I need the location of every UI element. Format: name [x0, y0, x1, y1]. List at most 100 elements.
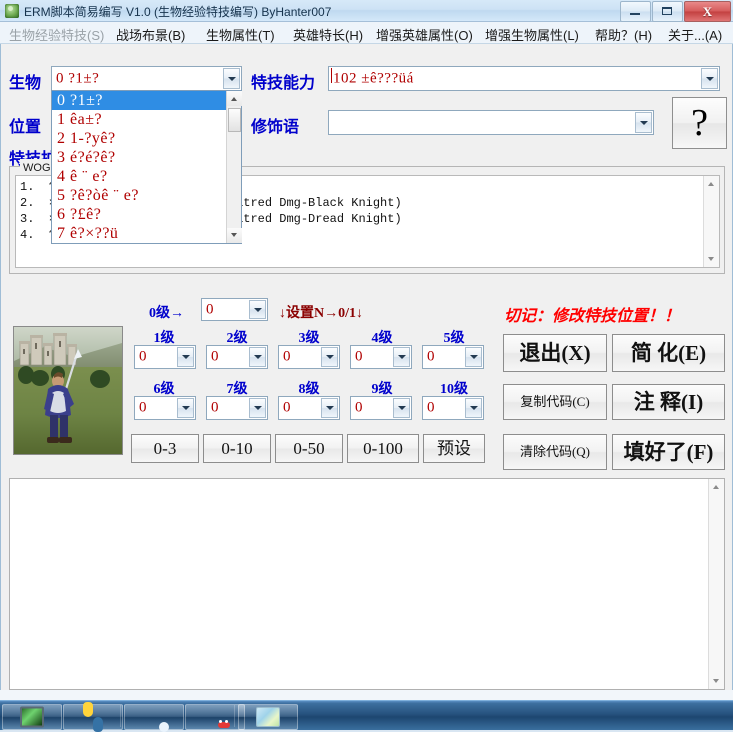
level-4-combo[interactable]: 0 [350, 345, 412, 369]
taskbar-item-browser[interactable] [124, 704, 184, 730]
level-6-combo[interactable]: 0 [134, 396, 196, 420]
scroll-down-icon[interactable] [709, 674, 724, 689]
annotate-button[interactable]: 注 释(I) [612, 384, 725, 420]
level-4-value: 0 [355, 348, 363, 365]
level-1-combo[interactable]: 0 [134, 345, 196, 369]
output-memo[interactable] [9, 478, 725, 690]
range-0-10-button[interactable]: 0-10 [203, 434, 271, 463]
chevron-down-icon[interactable] [321, 398, 338, 418]
modifier-combo[interactable] [328, 110, 654, 135]
close-icon: X [702, 4, 713, 19]
level-0-value: 0 [206, 301, 214, 317]
level-8-label: 8级 [298, 382, 320, 397]
level-1-value: 0 [139, 348, 147, 365]
scrollbar-thumb[interactable] [228, 108, 241, 132]
level-3-value: 0 [283, 348, 291, 365]
window-controls: X [620, 1, 731, 22]
dropdown-option-4[interactable]: 4 ê ¨ e? [52, 167, 241, 186]
menu-item-enhance-hero-attributes[interactable]: 增强英雄属性(O) [373, 24, 476, 45]
map-icon [256, 707, 280, 727]
clear-code-button[interactable]: 清除代码(Q) [503, 434, 607, 470]
level-5-label: 5级 [443, 331, 465, 346]
level-5-value: 0 [427, 348, 435, 365]
exit-button[interactable]: 退出(X) [503, 334, 607, 372]
chevron-down-icon[interactable] [249, 398, 266, 418]
chevron-down-icon[interactable] [635, 112, 652, 133]
done-button[interactable]: 填好了(F) [612, 434, 725, 470]
scroll-up-icon[interactable] [709, 479, 724, 494]
taskbar-item-python[interactable] [63, 704, 123, 730]
menu-item-help[interactable]: 帮助？(H) [592, 24, 655, 45]
maximize-button[interactable] [652, 1, 683, 22]
dropdown-option-5[interactable]: 5 ?ê?òê ¨ e? [52, 186, 241, 205]
level-10-label: 10级 [440, 382, 468, 397]
menu-item-creature-exp-skill[interactable]: 生物经验特技(S) [6, 24, 107, 45]
window-title: ERM脚本简易编写 V1.0 (生物经验特技编写) ByHanter007 [24, 5, 332, 19]
range-0-50-button[interactable]: 0-50 [275, 434, 343, 463]
dropdown-option-0[interactable]: 0 ?1±? [52, 91, 241, 110]
scroll-down-icon[interactable] [227, 228, 242, 243]
level-4-label: 4级 [371, 331, 393, 346]
dropdown-scrollbar[interactable] [226, 91, 242, 243]
menu-bar: 生物经验特技(S) 战场布景(B) 生物属性(T) 英雄特长(H) 增强英雄属性… [0, 22, 733, 44]
info-memo-scrollbar[interactable] [703, 176, 719, 267]
taskbar-item-monitor[interactable] [2, 704, 62, 730]
taskbar-item-qq[interactable] [185, 704, 245, 730]
dropdown-option-6[interactable]: 6 ?£ê? [52, 205, 241, 224]
dropdown-option-2[interactable]: 2 1-?yê? [52, 129, 241, 148]
menu-item-hero-specialty[interactable]: 英雄特长(H) [290, 24, 366, 45]
position-label: 位置 [9, 119, 42, 136]
level-0-combo[interactable]: 0 [201, 298, 268, 321]
level-10-combo[interactable]: 0 [422, 396, 484, 420]
chevron-down-icon[interactable] [393, 398, 410, 418]
chevron-down-icon[interactable] [249, 347, 266, 367]
chevron-down-icon[interactable] [321, 347, 338, 367]
output-memo-scrollbar[interactable] [708, 479, 724, 689]
menu-item-creature-attributes[interactable]: 生物属性(T) [203, 24, 278, 45]
menu-item-battlefield-scene[interactable]: 战场布景(B) [113, 24, 188, 45]
level-2-combo[interactable]: 0 [206, 345, 268, 369]
level-8-value: 0 [283, 399, 291, 416]
level-6-value: 0 [139, 399, 147, 416]
minimize-button[interactable] [620, 1, 651, 22]
level-2-value: 0 [211, 348, 219, 365]
application-window: ERM脚本简易编写 V1.0 (生物经验特技编写) ByHanter007 X … [0, 0, 733, 730]
simplify-button[interactable]: 简 化(E) [612, 334, 725, 372]
chevron-down-icon[interactable] [177, 347, 194, 367]
level-0-label: 0级→ [149, 306, 184, 321]
chevron-down-icon[interactable] [177, 398, 194, 418]
level-3-combo[interactable]: 0 [278, 345, 340, 369]
copy-code-button[interactable]: 复制代码(C) [503, 384, 607, 420]
chevron-down-icon[interactable] [465, 398, 482, 418]
level-5-combo[interactable]: 0 [422, 345, 484, 369]
level-9-label: 9级 [371, 382, 393, 397]
ability-combo[interactable]: 102 ±ê???üá [328, 66, 720, 91]
dropdown-option-1[interactable]: 1 êa±? [52, 110, 241, 129]
desktop-strip [0, 690, 733, 700]
menu-item-enhance-creature-attributes[interactable]: 增强生物属性(L) [482, 24, 582, 45]
creature-dropdown-list[interactable]: 0 ?1±? 1 êa±? 2 1-?yê? 3 é?é?ê? 4 ê ¨ e?… [51, 90, 242, 244]
level-9-combo[interactable]: 0 [350, 396, 412, 420]
creature-combo-value: 0 ?1±? [56, 70, 100, 86]
scroll-up-icon[interactable] [227, 91, 242, 106]
close-button[interactable]: X [684, 1, 731, 22]
dropdown-option-3[interactable]: 3 é?é?ê? [52, 148, 241, 167]
scroll-down-icon[interactable] [704, 252, 719, 267]
level-7-combo[interactable]: 0 [206, 396, 268, 420]
chevron-down-icon[interactable] [465, 347, 482, 367]
taskbar-item-map[interactable] [238, 704, 298, 730]
range-0-3-button[interactable]: 0-3 [131, 434, 199, 463]
chevron-down-icon[interactable] [249, 300, 266, 319]
help-button[interactable]: ? [672, 97, 727, 149]
text-caret [331, 68, 332, 83]
range-0-100-button[interactable]: 0-100 [347, 434, 419, 463]
dropdown-option-7[interactable]: 7 ê?×??ü [52, 224, 241, 243]
creature-combo[interactable]: 0 ?1±? [51, 66, 242, 91]
chevron-down-icon[interactable] [393, 347, 410, 367]
level-8-combo[interactable]: 0 [278, 396, 340, 420]
scroll-up-icon[interactable] [704, 176, 719, 191]
chevron-down-icon[interactable] [223, 68, 240, 89]
preset-button[interactable]: 预设 [423, 434, 485, 463]
menu-item-about[interactable]: 关于...(A) [665, 24, 725, 45]
chevron-down-icon[interactable] [701, 68, 718, 89]
